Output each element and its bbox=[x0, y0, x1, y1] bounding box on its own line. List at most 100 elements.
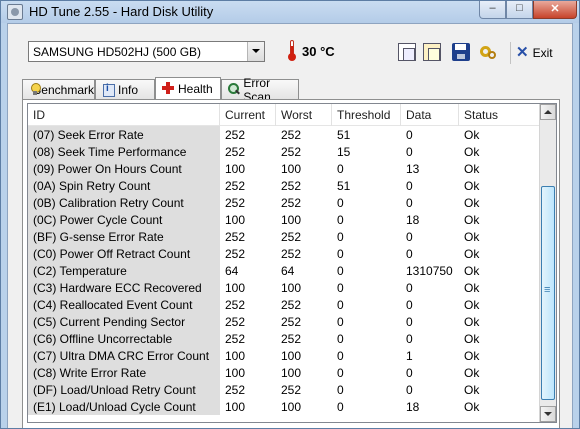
tab-health[interactable]: Health bbox=[155, 77, 221, 99]
smart-attributes-list[interactable]: ID Current Worst Threshold Data Status (… bbox=[27, 103, 557, 423]
current-value-cell: 100 bbox=[225, 162, 246, 176]
maximize-button[interactable]: □ bbox=[506, 1, 533, 19]
status-cell: Ok bbox=[464, 213, 480, 227]
raw-data-cell: 0 bbox=[406, 315, 413, 329]
column-header-threshold[interactable]: Threshold bbox=[332, 104, 401, 126]
current-value-cell: 100 bbox=[225, 281, 246, 295]
raw-data-cell: 0 bbox=[406, 281, 413, 295]
table-row[interactable]: (C0) Power Off Retract Count 252 252 0 0 Ok bbox=[28, 245, 540, 262]
current-value-cell: 252 bbox=[225, 145, 246, 159]
column-header-status[interactable]: Status bbox=[459, 104, 540, 126]
status-cell: Ok bbox=[464, 315, 480, 329]
attribute-id-cell: (08) Seek Time Performance bbox=[28, 143, 220, 160]
raw-data-cell: 0 bbox=[406, 332, 413, 346]
caption-buttons: – □ ✕ bbox=[479, 1, 577, 19]
status-cell: Ok bbox=[464, 179, 480, 193]
threshold-value-cell: 0 bbox=[337, 213, 344, 227]
worst-value-cell: 100 bbox=[281, 213, 302, 227]
attribute-id-cell: (C8) Write Error Rate bbox=[28, 364, 220, 381]
attribute-id-cell: (09) Power On Hours Count bbox=[28, 160, 220, 177]
current-value-cell: 64 bbox=[225, 264, 239, 278]
raw-data-cell: 0 bbox=[406, 366, 413, 380]
client-area: SAMSUNG HD502HJ (500 GB) 30 °C ✕ Exit Be… bbox=[7, 23, 573, 428]
worst-value-cell: 252 bbox=[281, 298, 302, 312]
attribute-id-cell: (DF) Load/Unload Retry Count bbox=[28, 381, 220, 398]
tab-info[interactable]: Info bbox=[95, 79, 155, 99]
status-cell: Ok bbox=[464, 162, 480, 176]
table-row[interactable]: (0C) Power Cycle Count 100 100 0 18 Ok bbox=[28, 211, 540, 228]
worst-value-cell: 252 bbox=[281, 128, 302, 142]
title-bar[interactable]: HD Tune 2.55 - Hard Disk Utility – □ ✕ bbox=[1, 1, 579, 23]
attribute-id-cell: (0A) Spin Retry Count bbox=[28, 177, 220, 194]
vertical-scrollbar[interactable] bbox=[539, 104, 556, 422]
scroll-up-icon[interactable] bbox=[540, 104, 556, 120]
worst-value-cell: 100 bbox=[281, 400, 302, 414]
exit-label: Exit bbox=[532, 46, 553, 60]
raw-data-cell: 0 bbox=[406, 145, 413, 159]
health-panel: ID Current Worst Threshold Data Status (… bbox=[22, 99, 560, 428]
tab-error-scan[interactable]: Error Scan bbox=[221, 76, 299, 104]
attribute-id-cell: (07) Seek Error Rate bbox=[28, 126, 220, 143]
close-button[interactable]: ✕ bbox=[533, 1, 577, 19]
table-row[interactable]: (C7) Ultra DMA CRC Error Count 100 100 0 1 Ok bbox=[28, 347, 540, 364]
scrollbar-thumb[interactable] bbox=[541, 186, 555, 400]
info-icon bbox=[102, 83, 115, 97]
attribute-id-cell: (C4) Reallocated Event Count bbox=[28, 296, 220, 313]
table-row[interactable]: (C3) Hardware ECC Recovered 100 100 0 0 Ok bbox=[28, 279, 540, 296]
window-title: HD Tune 2.55 - Hard Disk Utility bbox=[29, 4, 214, 19]
minimize-button[interactable]: – bbox=[479, 1, 506, 19]
threshold-value-cell: 0 bbox=[337, 366, 344, 380]
table-row[interactable]: (C6) Offline Uncorrectable 252 252 0 0 Ok bbox=[28, 330, 540, 347]
table-row[interactable]: (09) Power On Hours Count 100 100 0 13 Ok bbox=[28, 160, 540, 177]
raw-data-cell: 0 bbox=[406, 247, 413, 261]
table-row[interactable]: (0B) Calibration Retry Count 252 252 0 0 Ok bbox=[28, 194, 540, 211]
save-icon[interactable] bbox=[452, 43, 470, 61]
copy-screenshot-icon[interactable] bbox=[423, 43, 441, 61]
worst-value-cell: 252 bbox=[281, 332, 302, 346]
tab-benchmark[interactable]: Benchmark bbox=[22, 79, 95, 99]
copy-info-icon[interactable] bbox=[398, 43, 416, 61]
current-value-cell: 252 bbox=[225, 332, 246, 346]
column-header-worst[interactable]: Worst bbox=[276, 104, 332, 126]
worst-value-cell: 252 bbox=[281, 383, 302, 397]
raw-data-cell: 0 bbox=[406, 128, 413, 142]
table-row[interactable]: (C5) Current Pending Sector 252 252 0 0 Ok bbox=[28, 313, 540, 330]
current-value-cell: 100 bbox=[225, 366, 246, 380]
table-row[interactable]: (E1) Load/Unload Cycle Count 100 100 0 18 Ok bbox=[28, 398, 540, 415]
raw-data-cell: 13 bbox=[406, 162, 420, 176]
table-row[interactable]: (C4) Reallocated Event Count 252 252 0 0 Ok bbox=[28, 296, 540, 313]
column-header-current[interactable]: Current bbox=[220, 104, 276, 126]
options-icon[interactable] bbox=[479, 43, 497, 61]
thermometer-icon bbox=[288, 40, 296, 61]
worst-value-cell: 252 bbox=[281, 145, 302, 159]
threshold-value-cell: 0 bbox=[337, 230, 344, 244]
status-cell: Ok bbox=[464, 298, 480, 312]
status-cell: Ok bbox=[464, 400, 480, 414]
app-icon bbox=[7, 4, 23, 20]
list-rows: (07) Seek Error Rate 252 252 51 0 Ok (08) Seek… bbox=[28, 126, 540, 415]
raw-data-cell: 0 bbox=[406, 383, 413, 397]
table-row[interactable]: (08) Seek Time Performance 252 252 15 0 Ok bbox=[28, 143, 540, 160]
worst-value-cell: 64 bbox=[281, 264, 295, 278]
raw-data-cell: 0 bbox=[406, 196, 413, 210]
current-value-cell: 252 bbox=[225, 298, 246, 312]
table-row[interactable]: (C8) Write Error Rate 100 100 0 0 Ok bbox=[28, 364, 540, 381]
table-row[interactable]: (BF) G-sense Error Rate 252 252 0 0 Ok bbox=[28, 228, 540, 245]
drive-select[interactable]: SAMSUNG HD502HJ (500 GB) bbox=[28, 41, 265, 62]
scroll-down-icon[interactable] bbox=[540, 406, 556, 422]
table-row[interactable]: (C2) Temperature 64 64 0 1310750 Ok bbox=[28, 262, 540, 279]
chevron-down-icon[interactable] bbox=[247, 42, 264, 61]
raw-data-cell: 1310750 bbox=[406, 264, 453, 278]
attribute-id-cell: (C2) Temperature bbox=[28, 262, 220, 279]
table-row[interactable]: (0A) Spin Retry Count 252 252 51 0 Ok bbox=[28, 177, 540, 194]
current-value-cell: 100 bbox=[225, 349, 246, 363]
column-header-data[interactable]: Data bbox=[401, 104, 459, 126]
table-row[interactable]: (DF) Load/Unload Retry Count 252 252 0 0 Ok bbox=[28, 381, 540, 398]
table-row[interactable]: (07) Seek Error Rate 252 252 51 0 Ok bbox=[28, 126, 540, 143]
maximize-icon: □ bbox=[516, 2, 523, 14]
temperature-readout: 30 °C bbox=[302, 44, 335, 59]
attribute-id-cell: (0C) Power Cycle Count bbox=[28, 211, 220, 228]
column-header-id[interactable]: ID bbox=[28, 104, 220, 126]
threshold-value-cell: 15 bbox=[337, 145, 351, 159]
exit-button[interactable]: ✕ Exit bbox=[516, 44, 553, 62]
